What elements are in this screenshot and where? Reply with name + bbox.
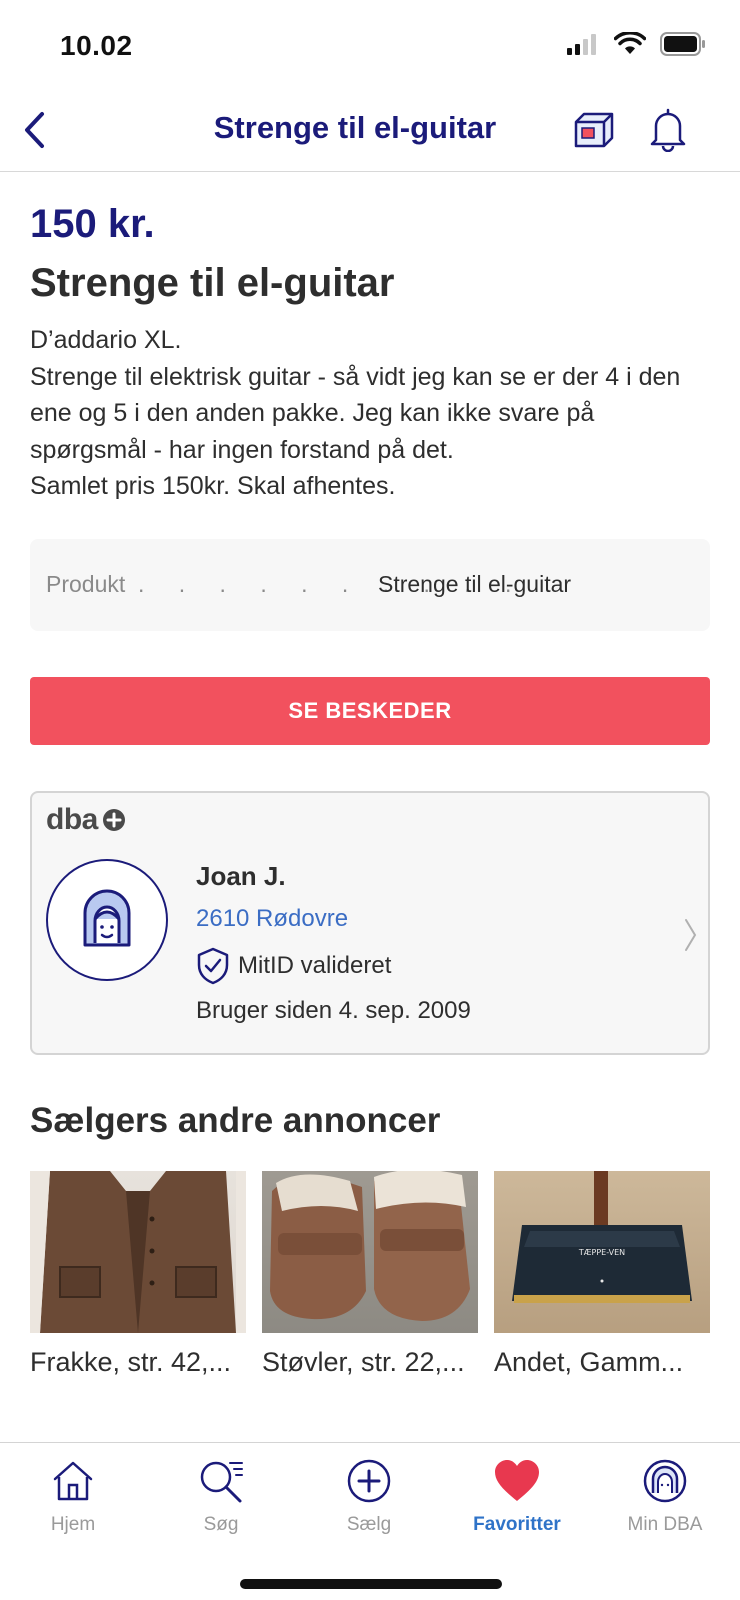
see-messages-button[interactable]: SE BESKEDER [30,676,710,745]
listing-card[interactable]: TÆPPE-VEN Andet, Gamm... [494,1170,710,1378]
status-time: 10.02 [60,30,133,61]
status-icons [566,32,706,56]
other-listings: Frakke, str. 42,... Støvler, str. 22,... [30,1170,720,1378]
wifi-icon [614,32,646,54]
listing-image [30,1170,246,1333]
plus-badge-icon [102,808,125,831]
home-icon [53,1461,93,1501]
tab-search[interactable]: Søg [166,1457,276,1536]
home-indicator[interactable] [240,1579,502,1589]
listing-title: Strenge til el-guitar [30,261,395,305]
search-icon [200,1461,243,1503]
tab-home-label: Hjem [50,1514,96,1535]
verified-label: MitID valideret [238,951,392,979]
listing-content: 150 kr. Strenge til el-guitar D’addario … [0,172,740,1378]
seller-avatar [46,858,168,981]
cellular-signal-icon [567,34,596,55]
shipping-button[interactable] [572,110,616,155]
boots-image [270,1170,470,1321]
dba-logo-text: dba [46,802,98,836]
tab-sell[interactable]: Sælg [314,1457,424,1536]
other-listings-title: Sælgers andre annoncer [30,1100,441,1140]
dba-plus-logo: dba [46,803,126,837]
tab-sell-label: Sælg [346,1514,392,1535]
tab-favorites-label: Favoritter [473,1514,561,1535]
tab-favorites[interactable]: Favoritter [462,1457,572,1536]
nav-bar: Strenge til el-guitar [0,92,740,172]
product-spec: Produkt . . . . . . . . . . Strenge til … [30,538,710,631]
svg-text:TÆPPE-VEN: TÆPPE-VEN [578,1248,625,1257]
seller-since: Bruger siden 4. sep. 2009 [196,996,471,1024]
tab-search-label: Søg [203,1514,239,1535]
nav-title: Strenge til el-guitar [213,110,497,145]
heart-icon [495,1460,539,1501]
listing-image: TÆPPE-VEN [494,1170,710,1333]
listing-price: 150 kr. [30,202,155,246]
listing-card[interactable]: Støvler, str. 22,... [262,1170,478,1378]
shield-check-icon [197,947,229,984]
user-avatar-icon [643,1459,687,1503]
spec-label: Produkt [46,570,126,597]
seller-location: 2610 Rødovre [196,904,349,932]
tab-my-dba[interactable]: Min DBA [610,1457,720,1536]
bell-icon [650,108,686,153]
status-bar: 10.02 [0,0,740,90]
tab-my-dba-label: Min DBA [627,1514,703,1535]
spec-value: Strenge til el-guitar [378,570,572,597]
carpet-sweeper-image: TÆPPE-VEN [512,1170,692,1303]
notifications-button[interactable] [648,106,688,157]
listing-card-title: Frakke, str. 42,... [30,1346,232,1377]
battery-icon [660,32,705,56]
seller-card[interactable]: dba Joan J. 2610 Rødovre MitID valideret… [30,790,710,1055]
tab-bar: Hjem Søg Sælg Favoritter Min DBA [0,1442,740,1600]
listing-image [262,1170,478,1333]
seller-name: Joan J. [196,860,286,891]
user-avatar-icon [83,889,131,946]
jacket-image [30,1170,246,1333]
listing-card-title: Andet, Gamm... [494,1346,684,1377]
listing-card[interactable]: Frakke, str. 42,... [30,1170,246,1378]
chevron-right-icon [685,918,697,951]
listing-card-title: Støvler, str. 22,... [262,1346,465,1377]
tab-home[interactable]: Hjem [18,1457,128,1536]
listing-description: D’addario XL. Strenge til elektrisk guit… [30,326,681,500]
seller-verified: MitID valideret [196,947,391,985]
shipping-box-icon [574,112,614,148]
plus-circle-icon [347,1459,391,1503]
